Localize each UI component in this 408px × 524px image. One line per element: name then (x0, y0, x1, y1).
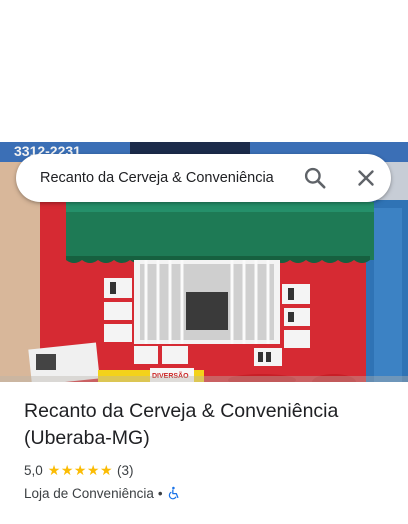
wheelchair-icon (168, 486, 179, 500)
search-bar[interactable]: Recanto da Cerveja & Conveniência (16, 154, 391, 202)
separator-dot: • (157, 485, 163, 501)
search-button[interactable] (302, 165, 328, 191)
review-count[interactable]: (3) (117, 463, 134, 478)
category-row: Loja de Conveniência • (24, 484, 394, 502)
close-icon (358, 170, 374, 186)
rating-stars: ★★★★★ (47, 461, 114, 478)
top-blank-area (0, 0, 408, 142)
rating-row[interactable]: 5,0 ★★★★★ (3) (24, 461, 394, 479)
place-title[interactable]: Recanto da Cerveja & Conveniência (Ubera… (24, 398, 394, 452)
rating-value: 5,0 (24, 462, 43, 478)
search-icon (304, 167, 326, 189)
place-info: Recanto da Cerveja & Conveniência (Ubera… (24, 398, 394, 502)
close-button[interactable] (353, 165, 379, 191)
search-input[interactable]: Recanto da Cerveja & Conveniência (40, 154, 295, 202)
place-category: Loja de Conveniência (24, 485, 154, 501)
